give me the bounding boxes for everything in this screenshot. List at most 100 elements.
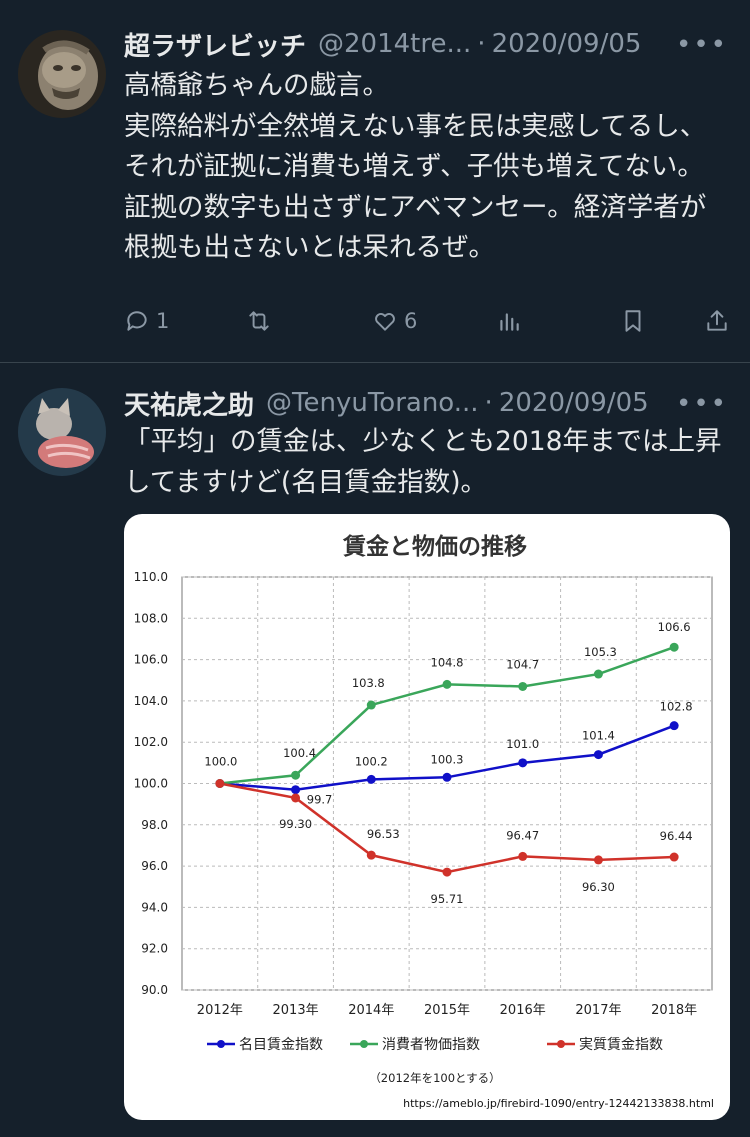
x-tick-label: 2013年 <box>273 1003 319 1018</box>
data-label: 104.8 <box>431 655 464 669</box>
separator-dot: · <box>477 29 486 59</box>
bookmark-icon <box>625 310 641 332</box>
analytics-icon <box>500 313 519 331</box>
user-handle[interactable]: @TenyuTorano... <box>266 388 479 418</box>
y-tick-label: 108.0 <box>134 611 168 625</box>
display-name[interactable]: 超ラザレビッチ <box>124 26 306 63</box>
chart-title: 賃金と物価の推移 <box>342 533 527 560</box>
x-tick-label: 2014年 <box>348 1003 394 1018</box>
legend-marker <box>360 1040 368 1048</box>
data-label: 96.47 <box>506 828 539 842</box>
legend-entry: 消費者物価指数 <box>382 1037 480 1053</box>
chart-axes: 90.0 92.0 94.0 96.0 98.0 100.0 102.0 104.0 106.0… <box>134 570 698 1018</box>
data-point <box>215 779 225 788</box>
line-chart: 賃金と物価の推移 90.0 92.0 94.0 96.0 98.0 100.0 102.0 1… <box>134 533 714 1110</box>
retweet-icon <box>249 311 269 331</box>
data-label: 102.8 <box>660 700 693 714</box>
tweet-date[interactable]: 2020/09/05 <box>492 29 642 59</box>
data-label: 99.7 <box>307 793 333 807</box>
views-button[interactable] <box>496 308 522 334</box>
data-point <box>442 867 452 877</box>
heart-icon <box>375 312 395 331</box>
x-tick-label: 2012年 <box>197 1003 243 1018</box>
legend-entry: 名目賃金指数 <box>239 1037 323 1053</box>
data-point <box>366 774 376 784</box>
y-tick-label: 104.0 <box>134 694 168 708</box>
y-tick-label: 100.0 <box>134 777 168 791</box>
data-point <box>366 850 376 860</box>
reply-icon <box>127 311 147 331</box>
data-label: 96.44 <box>660 829 693 843</box>
data-point <box>291 770 301 780</box>
data-point <box>442 772 452 782</box>
display-name[interactable]: 天祐虎之助 <box>124 385 254 422</box>
y-tick-label: 96.0 <box>141 859 168 873</box>
retweet-button[interactable] <box>246 308 272 334</box>
data-point <box>442 679 452 689</box>
data-label: 104.7 <box>506 657 539 671</box>
data-label: 100.0 <box>204 755 237 769</box>
legend-entry: 実質賃金指数 <box>579 1037 663 1053</box>
tweet-actions: 1 6 <box>124 308 730 348</box>
data-point <box>518 851 528 861</box>
data-label: 100.2 <box>355 754 388 768</box>
share-icon <box>707 310 727 331</box>
data-label: 95.71 <box>431 892 464 906</box>
x-tick-label: 2018年 <box>651 1003 697 1018</box>
user-handle[interactable]: @2014tre... <box>318 29 471 59</box>
like-count: 6 <box>404 309 418 333</box>
chart-grid <box>181 576 713 991</box>
separator-dot: · <box>484 388 493 418</box>
x-tick-label: 2017年 <box>575 1003 621 1018</box>
data-label: 100.4 <box>283 746 316 760</box>
more-options-icon[interactable]: ••• <box>676 389 728 419</box>
data-label: 101.0 <box>506 737 539 751</box>
y-tick-label: 90.0 <box>141 983 168 997</box>
avatar[interactable] <box>18 30 106 118</box>
chart-image[interactable]: 賃金と物価の推移 90.0 92.0 94.0 96.0 98.0 100.0 102.0 1… <box>124 514 730 1120</box>
legend-marker <box>217 1040 225 1048</box>
data-label: 100.3 <box>431 752 464 766</box>
data-label: 101.4 <box>582 729 615 743</box>
data-point <box>669 721 679 731</box>
reply-count: 1 <box>156 309 170 333</box>
x-tick-label: 2016年 <box>500 1003 546 1018</box>
tweet-text: 「平均」の賃金は、少なくとも2018年までは上昇してますけど(名目賃金指数)。 <box>124 426 722 498</box>
data-point <box>593 750 603 760</box>
data-label: 96.53 <box>367 827 400 841</box>
data-label: 96.30 <box>582 880 615 894</box>
data-point <box>593 669 603 679</box>
y-tick-label: 110.0 <box>134 570 168 584</box>
tweet-1[interactable]: 超ラザレビッチ @2014tre... · 2020/09/05 ••• 高橋爺… <box>0 0 750 362</box>
share-button[interactable] <box>704 308 730 334</box>
y-tick-label: 106.0 <box>134 653 168 667</box>
y-tick-label: 102.0 <box>134 735 168 749</box>
chart-note: （2012年を100とする） <box>369 1071 500 1085</box>
tweet-text: 高橋爺ちゃんの戯言。 実際給料が全然増えない事を民は実感してるし、それが証拠に消… <box>124 70 707 263</box>
data-label: 103.8 <box>352 676 385 690</box>
data-point <box>593 855 603 865</box>
chart-source: https://ameblo.jp/firebird-1090/entry-12… <box>403 1097 714 1110</box>
y-tick-label: 98.0 <box>141 818 168 832</box>
y-tick-label: 92.0 <box>141 942 168 956</box>
data-point <box>366 700 376 710</box>
chart-data-labels: 99.7 100.2 100.3 101.0 101.4 102.8 100.0 100.4 1… <box>204 620 692 906</box>
data-label: 99.30 <box>279 817 312 831</box>
tweet-date[interactable]: 2020/09/05 <box>499 388 649 418</box>
chart-legend: 名目賃金指数 消費者物価指数 実質賃金指数 <box>207 1037 663 1053</box>
data-point <box>291 793 301 803</box>
bookmark-button[interactable] <box>620 308 646 334</box>
data-point <box>518 681 528 691</box>
data-label: 106.6 <box>658 620 691 634</box>
data-point <box>669 852 679 862</box>
data-point <box>669 642 679 652</box>
data-point <box>518 758 528 768</box>
reply-button[interactable]: 1 <box>124 308 169 334</box>
data-label: 105.3 <box>584 645 617 659</box>
avatar[interactable] <box>18 388 106 476</box>
y-tick-label: 94.0 <box>141 900 168 914</box>
like-button[interactable]: 6 <box>372 308 417 334</box>
legend-marker <box>557 1040 565 1048</box>
data-point <box>291 785 301 795</box>
more-options-icon[interactable]: ••• <box>676 30 728 60</box>
